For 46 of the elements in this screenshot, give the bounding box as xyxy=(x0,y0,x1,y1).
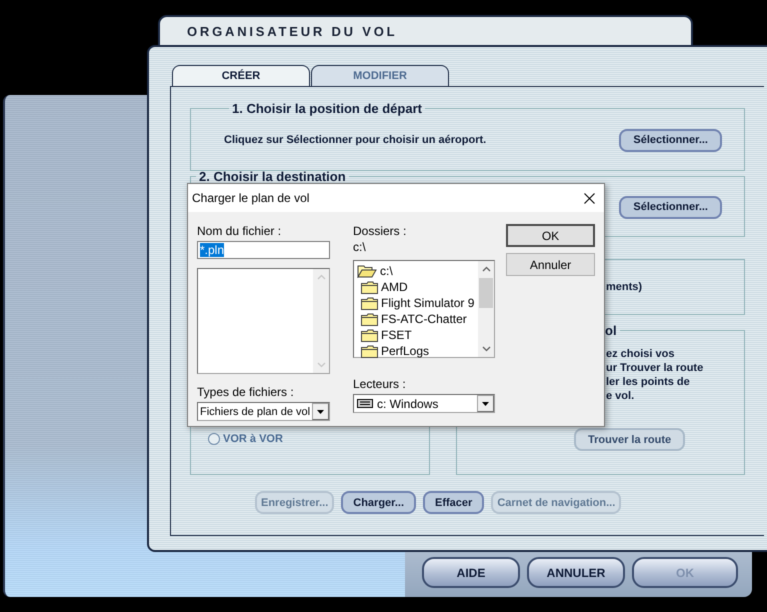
drive-dropdown[interactable]: c: Windows xyxy=(353,394,495,413)
close-icon xyxy=(584,192,594,204)
action-button[interactable]: Effacer xyxy=(423,491,484,514)
drive-icon xyxy=(357,399,373,408)
field-label: Types de fichiers : xyxy=(197,385,295,399)
field-label: Dossiers : xyxy=(353,224,408,238)
instruction-text: Cliquez sur Sélectionner pour choisir un aéroport. xyxy=(224,134,486,146)
find-route-button[interactable]: Trouver la route xyxy=(574,428,686,451)
folder-item[interactable]: PerfLogs xyxy=(357,343,478,359)
folder-item[interactable]: FSET xyxy=(357,327,478,343)
file-type-dropdown[interactable]: Fichiers de plan de vol xyxy=(197,402,330,421)
dialog-button[interactable]: OK xyxy=(506,224,595,247)
dropdown-button[interactable] xyxy=(312,403,329,420)
select-button[interactable]: Sélectionner... xyxy=(619,128,722,152)
file-list[interactable] xyxy=(197,268,330,374)
scroll-down-icon[interactable] xyxy=(482,346,490,352)
current-path: c:\ xyxy=(353,240,367,254)
folder-list[interactable]: c:\ AMD Flight Simulator 9 FS-ATC-Chatter FSET PerfLogs xyxy=(353,260,495,358)
scroll-thumb[interactable] xyxy=(479,278,493,308)
scrollbar[interactable] xyxy=(478,261,494,357)
file-name-field[interactable]: *.pln xyxy=(197,241,330,259)
group-title: 2. Choisir la destination xyxy=(198,169,347,184)
action-button[interactable]: Charger... xyxy=(341,491,416,514)
folder-item[interactable]: AMD xyxy=(357,279,478,295)
radio-option[interactable]: VOR à VOR xyxy=(208,433,283,445)
dialog-button[interactable]: Annuler xyxy=(506,253,595,276)
folder-item[interactable]: c:\ xyxy=(357,263,478,279)
tab[interactable]: MODIFIER xyxy=(311,65,449,86)
scroll-up-icon[interactable] xyxy=(482,266,490,272)
caret-icon xyxy=(317,410,324,414)
group-title: ol xyxy=(604,323,618,338)
caret-icon xyxy=(482,402,489,406)
dropdown-button[interactable] xyxy=(477,395,494,412)
footer-button[interactable]: AIDE xyxy=(422,557,520,588)
field-label: Lecteurs : xyxy=(353,377,407,391)
instruction-text: ez choisi vos ur Trouver la route ler les points de e vol. xyxy=(606,347,704,403)
tab[interactable]: CRÉER xyxy=(172,65,310,86)
group-text: ments) xyxy=(606,281,642,293)
folder-item[interactable]: FS-ATC-Chatter xyxy=(357,311,478,327)
footer-button[interactable]: ANNULER xyxy=(527,557,625,588)
folder-item[interactable]: Flight Simulator 9 xyxy=(357,295,478,311)
dialog-title: Charger le plan de vol xyxy=(192,191,310,205)
window-title: ORGANISATEUR DU VOL xyxy=(187,24,398,39)
field-label: Nom du fichier : xyxy=(197,224,282,238)
group-title: 1. Choisir la position de départ xyxy=(231,101,423,116)
select-button[interactable]: Sélectionner... xyxy=(619,196,722,218)
